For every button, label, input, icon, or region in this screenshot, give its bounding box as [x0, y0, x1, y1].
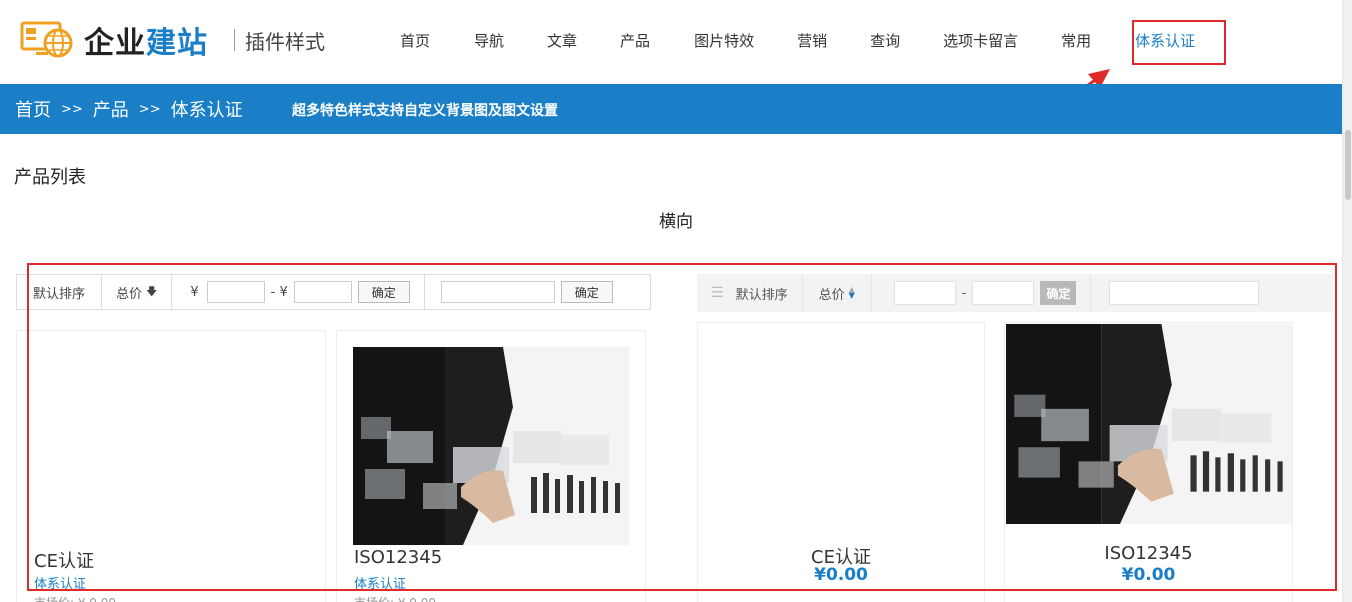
price-confirm-button[interactable]: 确定 [357, 281, 410, 303]
keyword-filter: 确定 [425, 275, 613, 309]
nav-item-products[interactable]: 产品 [620, 30, 650, 51]
product-price: ¥0.00 [1121, 565, 1176, 585]
nav-item-navigation[interactable]: 导航 [474, 30, 504, 51]
price-range-dash: - ¥ [270, 284, 288, 300]
sort-default-button[interactable]: 默认排序 [17, 275, 103, 309]
sort-price-label-2: 总价 [818, 287, 845, 303]
site-header: 企业建站 插件样式 首页 导航 文章 产品 图片特效 营销 查询 选项卡留言 常… [0, 0, 1352, 84]
product-card-horizontal[interactable]: ISO12345 ¥0.00 [1004, 322, 1293, 602]
nav-item-image-effects[interactable]: 图片特效 [694, 30, 754, 51]
nav-item-home[interactable]: 首页 [400, 30, 430, 51]
product-image[interactable] [1006, 324, 1292, 524]
section-title: 产品列表 [14, 167, 86, 188]
logo-monitor-icon [20, 19, 76, 61]
keyword-filter-2 [1091, 274, 1260, 312]
keyword-confirm-button[interactable]: 确定 [560, 281, 613, 303]
product-market-price: 市场价: ¥ 0.00 [354, 594, 436, 602]
layout-title: 横向 [659, 212, 693, 232]
site-logo[interactable]: 企业建站 插件样式 [20, 18, 325, 62]
breadcrumb-separator: >> [138, 101, 161, 117]
product-name[interactable]: ISO12345 [1005, 543, 1292, 564]
page-scrollbar[interactable] [1342, 0, 1352, 602]
product-category[interactable]: 体系认证 [34, 573, 86, 592]
logo-text: 企业建站 [84, 18, 208, 62]
sort-price-button-2[interactable]: 总价 ▲ ▼ [803, 274, 872, 312]
scrollbar-thumb[interactable] [1345, 130, 1351, 200]
nav-item-query[interactable]: 查询 [870, 30, 900, 51]
currency-symbol: ¥ [190, 284, 199, 300]
nav-item-common[interactable]: 常用 [1061, 30, 1091, 51]
product-market-price: 市场价: ¥ 0.00 [34, 594, 116, 602]
keyword-input-2[interactable] [1109, 281, 1260, 305]
sort-default-button-2[interactable]: ☰ 默认排序 [697, 274, 803, 312]
price-min-input-2[interactable] [893, 281, 956, 305]
nav-item-articles[interactable]: 文章 [547, 30, 577, 51]
band-description: 超多特色样式支持自定义背景图及图文设置 [292, 103, 558, 119]
price-range-dash-2: - [961, 285, 967, 301]
breadcrumb-home[interactable]: 首页 [15, 96, 51, 122]
breadcrumb-band: 首页 >> 产品 >> 体系认证 超多特色样式支持自定义背景图及图文设置 [0, 84, 1342, 134]
nav-item-tab-message[interactable]: 选项卡留言 [943, 30, 1018, 51]
price-max-input-2[interactable] [972, 281, 1035, 305]
sort-price-button[interactable]: 总价 🡇 [102, 275, 173, 309]
breadcrumb: 首页 >> 产品 >> 体系认证 [15, 96, 243, 122]
filter-bar-left: 默认排序 总价 🡇 ¥ - ¥ 确定 确定 [16, 274, 651, 310]
product-image[interactable] [353, 347, 629, 545]
logo-divider [234, 29, 235, 51]
breadcrumb-products[interactable]: 产品 [93, 96, 129, 122]
sort-price-label: 总价 [116, 286, 143, 302]
product-card[interactable]: ISO12345 体系认证 市场价: ¥ 0.00 [336, 330, 646, 602]
sort-default-label-2: 默认排序 [735, 287, 788, 303]
breadcrumb-separator: >> [61, 101, 83, 117]
sort-caret-icon: ▲ ▼ [848, 285, 855, 300]
arrow-down-icon: 🡇 [146, 284, 158, 298]
nav-item-certification[interactable]: 体系认证 [1135, 30, 1195, 51]
price-max-input[interactable] [293, 281, 352, 303]
product-category[interactable]: 体系认证 [354, 573, 406, 592]
price-confirm-button-2[interactable]: 确定 [1040, 281, 1077, 305]
logo-text-part-a: 企业 [84, 26, 146, 61]
product-card-horizontal[interactable]: CE认证 ¥0.00 [697, 322, 985, 602]
logo-text-part-b: 建站 [146, 26, 208, 61]
product-name[interactable]: CE认证 [34, 547, 94, 573]
logo-subtitle: 插件样式 [245, 29, 325, 54]
keyword-input[interactable] [440, 281, 555, 303]
main-nav: 首页 导航 文章 产品 图片特效 营销 查询 选项卡留言 常用 体系认证 [380, 30, 1195, 51]
product-price: ¥0.00 [814, 565, 868, 585]
filter-bar-right: ☰ 默认排序 总价 ▲ ▼ - 确定 [697, 274, 1333, 312]
price-min-input[interactable] [206, 281, 265, 303]
product-name[interactable]: ISO12345 [354, 547, 442, 568]
breadcrumb-certification[interactable]: 体系认证 [171, 96, 243, 122]
price-range: ¥ - ¥ 确定 [172, 275, 425, 309]
product-card[interactable]: CE认证 体系认证 市场价: ¥ 0.00 [16, 330, 326, 602]
nav-item-marketing[interactable]: 营销 [797, 30, 827, 51]
price-range-2: - 确定 [872, 274, 1092, 312]
list-icon: ☰ [711, 285, 724, 301]
